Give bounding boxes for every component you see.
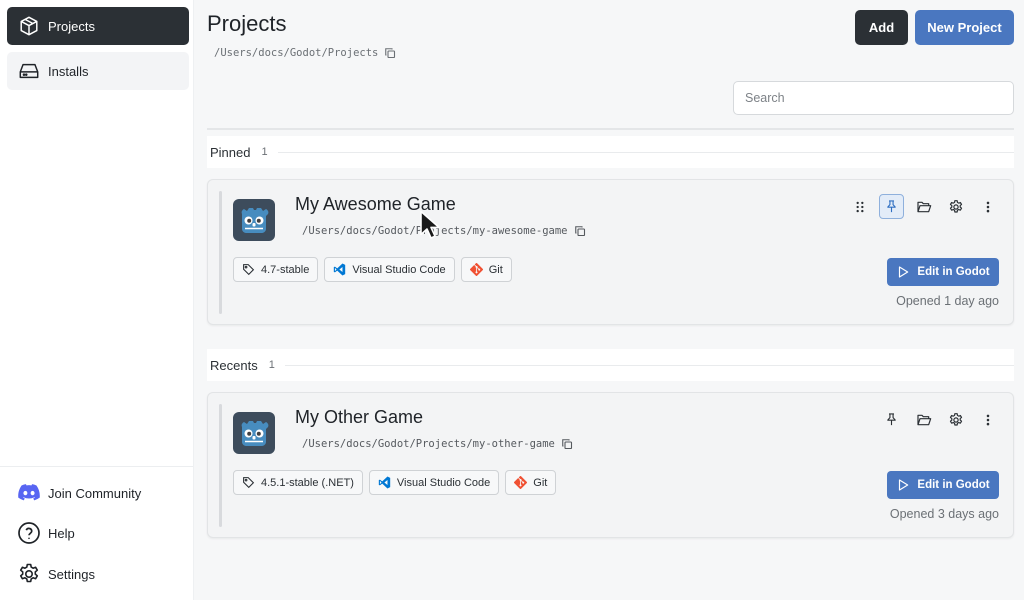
card-accent <box>219 404 222 527</box>
vscode-icon <box>333 263 346 276</box>
project-name: My Other Game <box>295 407 424 427</box>
copy-icon[interactable] <box>561 438 573 450</box>
footer-label: Settings <box>48 566 95 582</box>
version-tag[interactable]: 4.7-stable <box>233 257 319 282</box>
project-card[interactable]: My Awesome Game /Users/docs/Godot/Projec… <box>207 179 1014 325</box>
pin-icon[interactable] <box>879 407 904 432</box>
project-actions <box>847 194 1000 219</box>
godot-logo-icon <box>233 199 275 241</box>
mouse-cursor-icon <box>419 210 441 245</box>
git-icon <box>514 476 528 489</box>
join-community-link[interactable]: Join Community <box>17 481 141 505</box>
edit-in-godot-button[interactable]: Edit in Godot <box>887 471 999 499</box>
project-card[interactable]: My Other Game /Users/docs/Godot/Projects… <box>207 392 1014 538</box>
section-label: Recents <box>210 357 258 373</box>
vcs-label: Git <box>488 263 503 276</box>
projects-path: /Users/docs/Godot/Projects <box>214 47 396 59</box>
more-vertical-icon[interactable] <box>975 407 1000 432</box>
section-line <box>277 151 1014 153</box>
opened-time: Opened 3 days ago <box>889 507 999 521</box>
section-count: 1 <box>261 146 268 158</box>
header-divider <box>207 128 1014 130</box>
search-input[interactable] <box>733 81 1014 115</box>
vcs-tag[interactable]: Git <box>505 470 557 495</box>
section-count: 1 <box>268 359 275 371</box>
editor-label: Visual Studio Code <box>396 476 491 489</box>
settings-link[interactable]: Settings <box>17 562 95 586</box>
project-path-text: /Users/docs/Godot/Projects/my-other-game <box>302 438 555 450</box>
help-icon <box>17 521 41 545</box>
cube-icon <box>17 14 41 38</box>
tag-icon <box>242 476 255 489</box>
edit-label: Edit in Godot <box>917 266 990 278</box>
vcs-label: Git <box>533 476 548 489</box>
card-accent <box>219 191 222 314</box>
gear-icon <box>17 562 41 586</box>
drag-handle-icon[interactable] <box>847 194 872 219</box>
gear-icon[interactable] <box>943 194 968 219</box>
recents-section-header: Recents 1 <box>207 349 1014 381</box>
editor-label: Visual Studio Code <box>352 263 446 276</box>
footer-label: Help <box>48 525 75 541</box>
godot-logo-icon <box>233 412 275 454</box>
sidebar: Projects Installs Join Community Help Se… <box>0 0 194 600</box>
play-icon <box>896 265 910 279</box>
project-tags: 4.7-stable Visual Studio Code Git <box>233 257 512 282</box>
vscode-icon <box>378 476 391 489</box>
version-label: 4.7-stable <box>261 263 310 276</box>
git-icon <box>469 263 483 276</box>
pinned-section-header: Pinned 1 <box>207 136 1014 168</box>
opened-time: Opened 1 day ago <box>896 294 999 308</box>
sidebar-item-installs[interactable]: Installs <box>7 52 189 90</box>
edit-in-godot-button[interactable]: Edit in Godot <box>887 258 999 286</box>
sidebar-divider <box>0 466 193 467</box>
help-link[interactable]: Help <box>17 521 75 545</box>
editor-tag[interactable]: Visual Studio Code <box>324 257 455 282</box>
projects-path-text: /Users/docs/Godot/Projects <box>214 47 379 59</box>
version-label: 4.5.1-stable (.NET) <box>261 476 354 489</box>
project-actions <box>879 407 1000 432</box>
folder-open-icon[interactable] <box>911 194 936 219</box>
folder-open-icon[interactable] <box>911 407 936 432</box>
gear-icon[interactable] <box>943 407 968 432</box>
page-title: Projects <box>207 11 287 36</box>
discord-icon <box>17 481 41 505</box>
editor-tag[interactable]: Visual Studio Code <box>368 470 500 495</box>
project-tags: 4.5.1-stable (.NET) Visual Studio Code G… <box>233 470 557 495</box>
new-project-button[interactable]: New Project <box>915 10 1014 45</box>
sidebar-item-projects[interactable]: Projects <box>7 7 189 45</box>
play-icon <box>896 478 910 492</box>
version-tag[interactable]: 4.5.1-stable (.NET) <box>233 470 363 495</box>
project-path: /Users/docs/Godot/Projects/my-other-game <box>302 438 573 450</box>
main-panel: Projects /Users/docs/Godot/Projects Add … <box>194 0 1024 600</box>
drive-icon <box>17 59 41 83</box>
sidebar-item-label: Projects <box>48 18 95 34</box>
tag-icon <box>242 263 255 276</box>
section-label: Pinned <box>210 144 251 160</box>
more-vertical-icon[interactable] <box>975 194 1000 219</box>
pin-icon[interactable] <box>879 194 904 219</box>
section-line <box>284 364 1014 366</box>
edit-label: Edit in Godot <box>917 479 990 491</box>
footer-label: Join Community <box>48 485 142 501</box>
copy-icon[interactable] <box>384 47 396 59</box>
project-path: /Users/docs/Godot/Projects/my-awesome-ga… <box>302 225 586 237</box>
vcs-tag[interactable]: Git <box>460 257 512 282</box>
copy-icon[interactable] <box>574 225 586 237</box>
sidebar-item-label: Installs <box>48 63 89 79</box>
add-button[interactable]: Add <box>855 10 908 45</box>
